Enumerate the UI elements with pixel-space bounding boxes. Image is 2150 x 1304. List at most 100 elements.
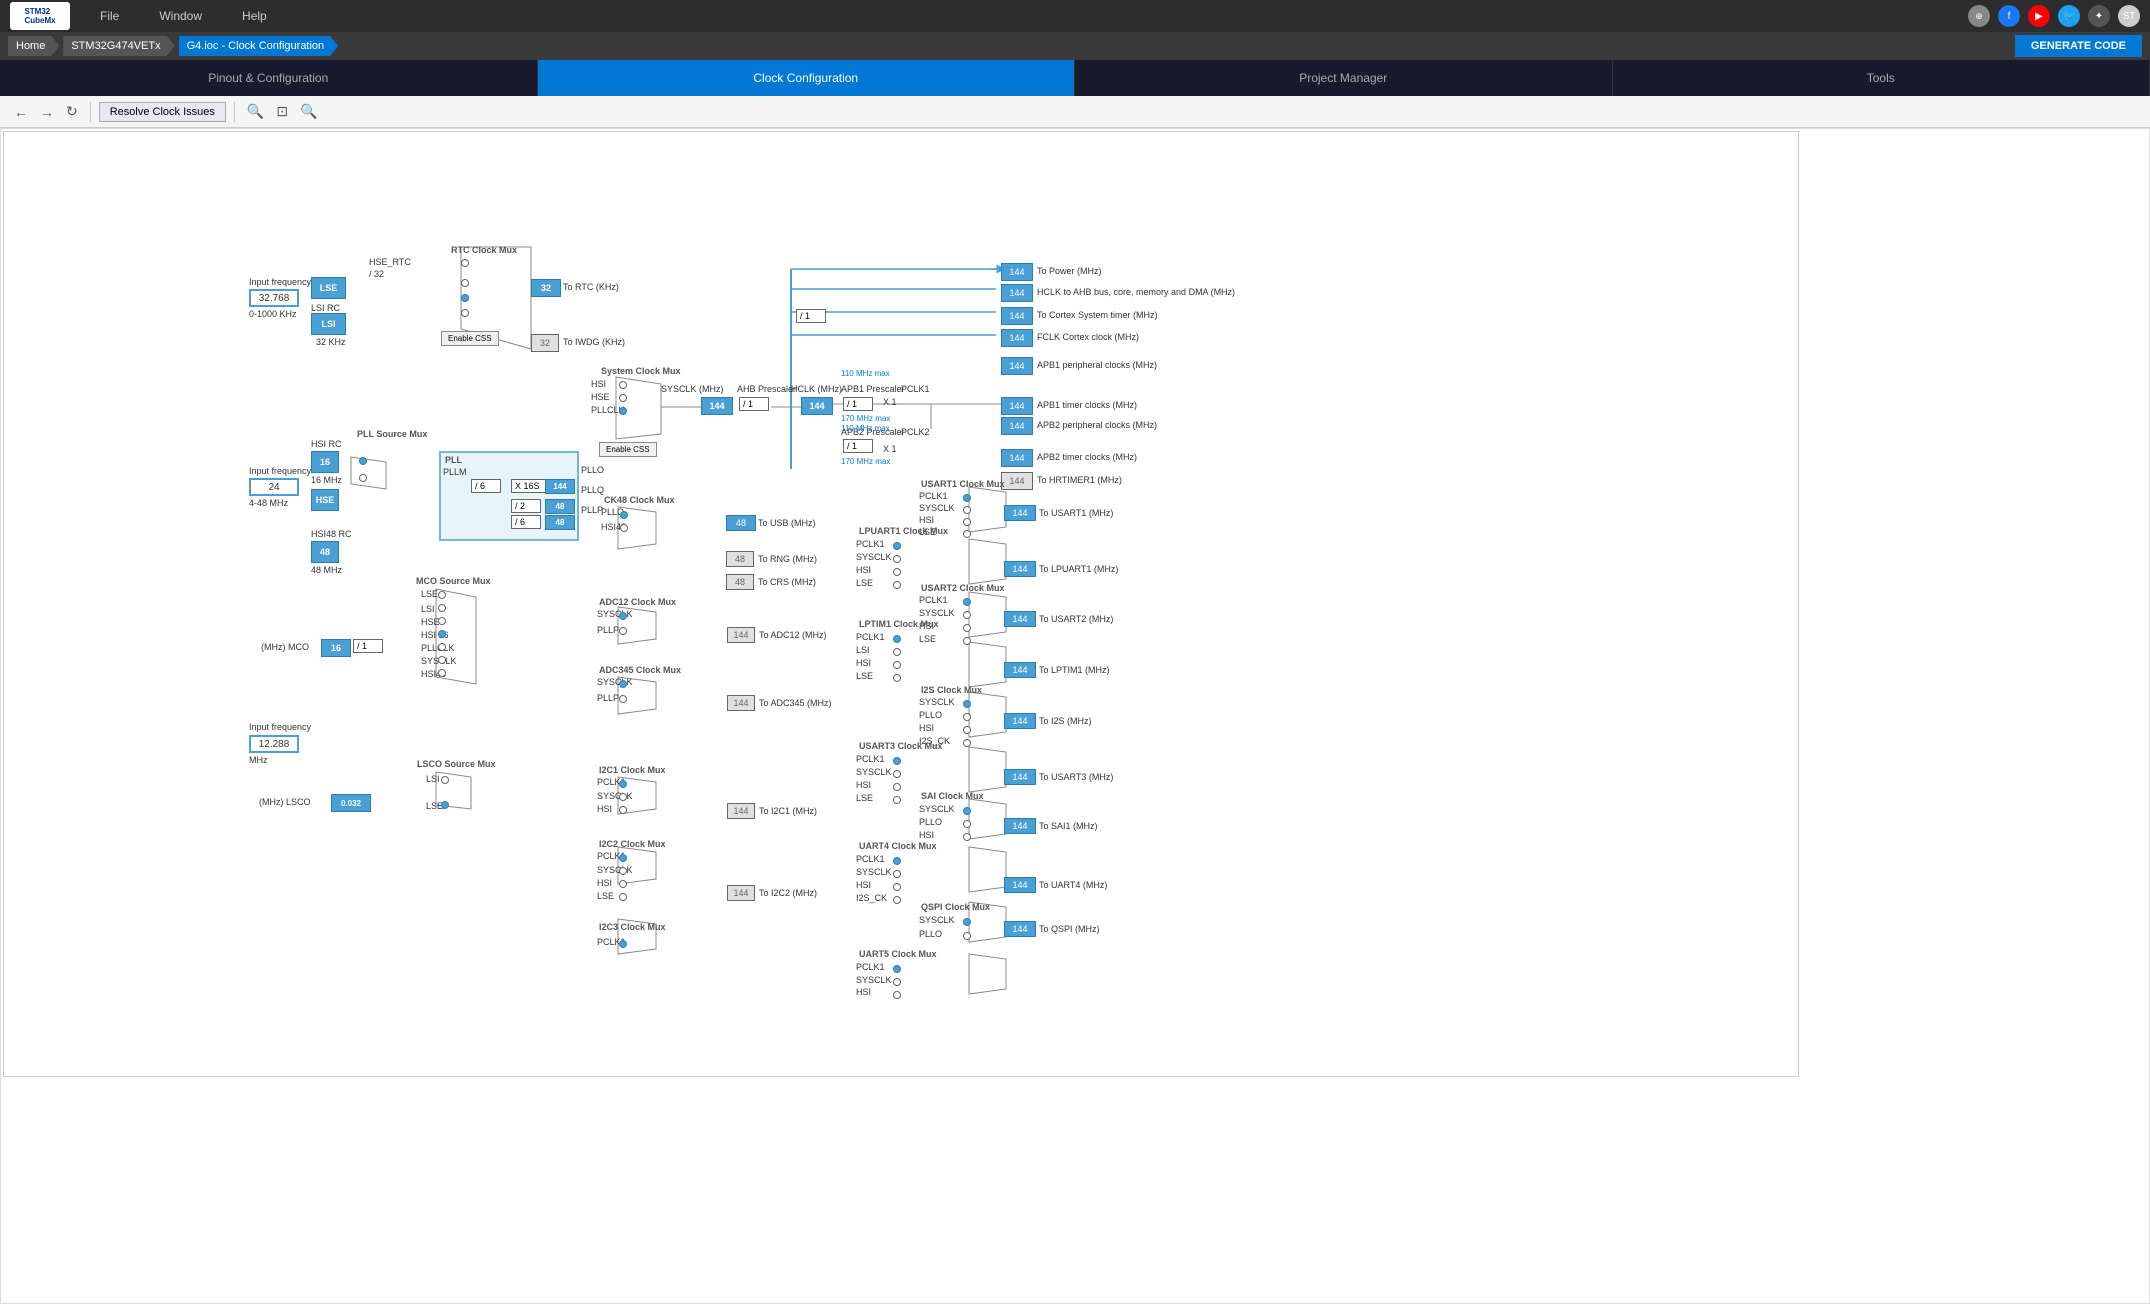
- out-apb1-periph-val[interactable]: 144: [1001, 357, 1033, 375]
- icon-youtube[interactable]: ▶: [2028, 5, 2050, 27]
- out-apb2-periph-val[interactable]: 144: [1001, 417, 1033, 435]
- zoom-fit-button[interactable]: ⊡: [272, 101, 292, 122]
- out-apb1-timer-val[interactable]: 144: [1001, 397, 1033, 415]
- usart3-radio2[interactable]: [893, 770, 901, 778]
- hsi-rc-value[interactable]: 16: [311, 451, 339, 473]
- i2s-val[interactable]: 144: [1004, 713, 1036, 729]
- zoom-in-button[interactable]: 🔍: [243, 101, 268, 122]
- sai-val[interactable]: 144: [1004, 818, 1036, 834]
- sai-radio3[interactable]: [963, 833, 971, 841]
- lpuart1-radio-lse[interactable]: [893, 581, 901, 589]
- adc345-radio-sysclk[interactable]: [619, 680, 627, 688]
- uart4-radio2[interactable]: [893, 870, 901, 878]
- uart5-radio1[interactable]: [893, 965, 901, 973]
- rtc-val[interactable]: 32: [531, 279, 561, 297]
- generate-code-button[interactable]: GENERATE CODE: [2015, 35, 2142, 57]
- mco-radio-hse[interactable]: [438, 617, 446, 625]
- diagram-area[interactable]: Input frequency 32.768 0-1000 KHz LSE LS…: [0, 128, 2150, 1304]
- out-fclk-val[interactable]: 144: [1001, 329, 1033, 347]
- i2s-radio3[interactable]: [963, 726, 971, 734]
- sai-radio1[interactable]: [963, 807, 971, 815]
- usart1-val[interactable]: 144: [1004, 505, 1036, 521]
- undo-button[interactable]: ←: [10, 102, 32, 122]
- usart2-radio3[interactable]: [963, 624, 971, 632]
- usart1-radio-pclk1[interactable]: [963, 494, 971, 502]
- usart2-val[interactable]: 144: [1004, 611, 1036, 627]
- sys-radio-pll[interactable]: [619, 407, 627, 415]
- icon-star[interactable]: ✦: [2088, 5, 2110, 27]
- lsco-radio-lsi[interactable]: [441, 776, 449, 784]
- i2s-radio4[interactable]: [963, 739, 971, 747]
- i2c2-radio-hsi[interactable]: [619, 880, 627, 888]
- mco-radio-lsi[interactable]: [438, 604, 446, 612]
- qspi-val[interactable]: 144: [1004, 921, 1036, 937]
- qspi-radio2[interactable]: [963, 932, 971, 940]
- mco-radio-hsi16[interactable]: [438, 630, 446, 638]
- redo-button[interactable]: →: [36, 102, 58, 122]
- pllr-val[interactable]: 144: [545, 479, 575, 494]
- zoom-out-button[interactable]: 🔍: [296, 101, 321, 122]
- menu-file[interactable]: File: [100, 9, 119, 23]
- adc12-radio-sysclk[interactable]: [619, 612, 627, 620]
- i2c2-radio-sysclk[interactable]: [619, 867, 627, 875]
- lptim1-radio1[interactable]: [893, 635, 901, 643]
- uart5-radio3[interactable]: [893, 991, 901, 999]
- usart3-val[interactable]: 144: [1004, 769, 1036, 785]
- lpuart1-val[interactable]: 144: [1004, 561, 1036, 577]
- mco-radio-pllclk[interactable]: [438, 643, 446, 651]
- uart4-radio3[interactable]: [893, 883, 901, 891]
- pllq-val-box[interactable]: 48: [545, 499, 575, 514]
- resolve-clock-issues-button[interactable]: Resolve Clock Issues: [99, 102, 226, 122]
- breadcrumb-home[interactable]: Home: [8, 36, 59, 56]
- lptim1-val[interactable]: 144: [1004, 662, 1036, 678]
- adc12-radio-pllp[interactable]: [619, 627, 627, 635]
- uart5-radio2[interactable]: [893, 978, 901, 986]
- lpuart1-radio-sysclk[interactable]: [893, 555, 901, 563]
- i2c3-radio-pclk1[interactable]: [619, 940, 627, 948]
- tab-pinout[interactable]: Pinout & Configuration: [0, 60, 538, 96]
- lptim1-radio2[interactable]: [893, 648, 901, 656]
- lpuart1-radio-hsi[interactable]: [893, 568, 901, 576]
- mco-radio-sysclk[interactable]: [438, 656, 446, 664]
- usart3-radio4[interactable]: [893, 796, 901, 804]
- mco-radio-hsi48[interactable]: [438, 669, 446, 677]
- menu-window[interactable]: Window: [159, 9, 202, 23]
- rtc-radio-none[interactable]: [461, 309, 469, 317]
- i2c1-radio-sysclk[interactable]: [619, 793, 627, 801]
- i2c1-radio-hsi[interactable]: [619, 806, 627, 814]
- input-freq-top-value[interactable]: 32.768: [249, 289, 299, 307]
- i2c2-radio-pclk1[interactable]: [619, 854, 627, 862]
- apb2-div-select[interactable]: / 1/ 2: [843, 439, 873, 453]
- rtc-radio-lse[interactable]: [461, 279, 469, 287]
- i2s-radio2[interactable]: [963, 713, 971, 721]
- qspi-radio1[interactable]: [963, 918, 971, 926]
- usb-val[interactable]: 48: [726, 515, 756, 531]
- usart2-radio4[interactable]: [963, 637, 971, 645]
- uart4-val[interactable]: 144: [1004, 877, 1036, 893]
- mco-freq-val[interactable]: 16: [321, 639, 351, 657]
- hclk-val[interactable]: 144: [801, 397, 833, 415]
- uart4-radio4[interactable]: [893, 896, 901, 904]
- pll-q-div-select[interactable]: / 6/ 2: [511, 515, 541, 529]
- usart2-radio2[interactable]: [963, 611, 971, 619]
- hse-mid-box[interactable]: HSE: [311, 489, 339, 511]
- icon-st[interactable]: ST: [2118, 5, 2140, 27]
- input-freq-bottom-value[interactable]: 12.288: [249, 735, 299, 753]
- rtc-radio-hse[interactable]: [461, 259, 469, 267]
- ck48-radio-pllq[interactable]: [620, 511, 628, 519]
- breadcrumb-device[interactable]: STM32G474VETx: [63, 36, 174, 56]
- lse-box[interactable]: LSE: [311, 277, 346, 299]
- mco-radio-lse[interactable]: [438, 591, 446, 599]
- pll-radio-hse[interactable]: [359, 474, 367, 482]
- sai-radio2[interactable]: [963, 820, 971, 828]
- rtc-radio-lsi[interactable]: [461, 294, 469, 302]
- ck48-radio-hsi48[interactable]: [620, 524, 628, 532]
- adc345-radio-pllp[interactable]: [619, 695, 627, 703]
- usart2-radio[interactable]: [963, 598, 971, 606]
- i2c2-radio-lse[interactable]: [619, 893, 627, 901]
- uart4-radio1[interactable]: [893, 857, 901, 865]
- pllp-val-box[interactable]: 48: [545, 515, 575, 530]
- sysclk-val[interactable]: 144: [701, 397, 733, 415]
- sys-radio-hsi[interactable]: [619, 381, 627, 389]
- icon-twitter[interactable]: 🐦: [2058, 5, 2080, 27]
